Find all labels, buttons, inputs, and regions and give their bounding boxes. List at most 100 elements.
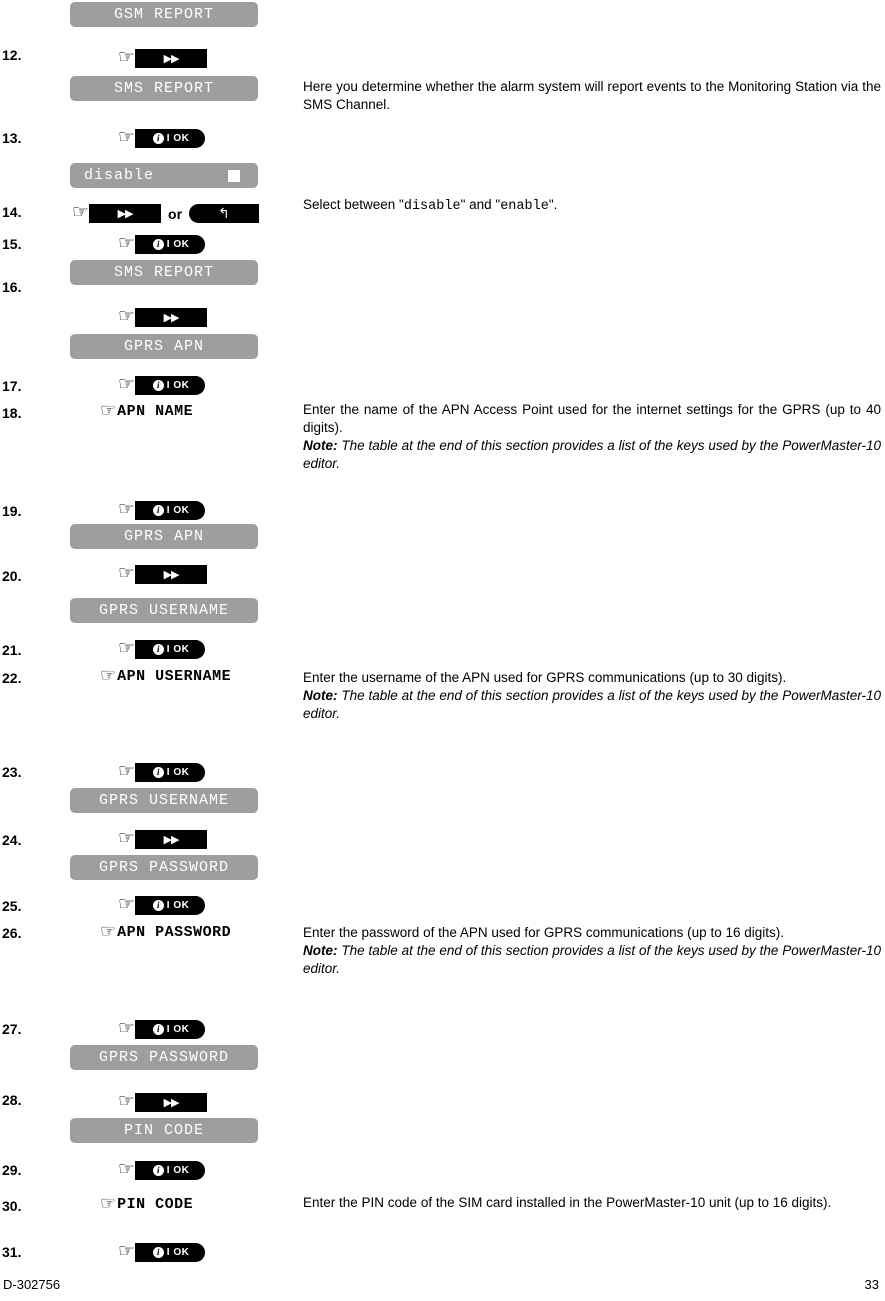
- key-group-next-16[interactable]: ☞ ▶▶: [118, 307, 208, 327]
- key-group-ok-29[interactable]: ☞ i I OK: [118, 1158, 206, 1180]
- lcd-text: disable: [84, 167, 155, 184]
- lcd-display-sms-report-2: SMS REPORT: [70, 260, 258, 285]
- ok-key-button[interactable]: i I OK: [135, 896, 206, 915]
- lcd-text: GSM REPORT: [113, 6, 214, 23]
- key-group-next-or-back-14[interactable]: ☞ ▶▶ or ↰: [72, 203, 260, 223]
- next-key-button[interactable]: ▶▶: [89, 204, 162, 223]
- description-sms-report: Here you determine whether the alarm sys…: [303, 78, 881, 114]
- key-group-ok-27[interactable]: ☞ i I OK: [118, 1019, 206, 1039]
- ok-key-label: I OK: [166, 899, 190, 911]
- step-number-16: 16.: [2, 279, 22, 295]
- setting-pin-code: ☞ PIN CODE: [100, 1193, 193, 1214]
- lcd-display-disable: disable: [70, 163, 258, 188]
- lcd-display-gprs-apn-2: GPRS APN: [70, 524, 258, 549]
- info-icon: i: [152, 1247, 164, 1258]
- pointing-hand-icon: ☞: [100, 665, 117, 686]
- info-icon: i: [152, 239, 164, 250]
- next-key-button[interactable]: ▶▶: [135, 49, 208, 68]
- pointing-hand-icon: ☞: [118, 1158, 136, 1180]
- back-arrow-icon: ↰: [218, 205, 230, 222]
- ok-key-button[interactable]: i I OK: [135, 763, 206, 782]
- step-number-21: 21.: [2, 642, 22, 658]
- note-text: The table at the end of this section pro…: [303, 943, 881, 976]
- setting-label: APN USERNAME: [117, 668, 232, 685]
- lcd-text: GPRS USERNAME: [98, 602, 230, 619]
- ok-key-button[interactable]: i I OK: [135, 501, 206, 520]
- info-icon: i: [152, 644, 164, 655]
- info-icon: i: [152, 505, 164, 516]
- back-key-button[interactable]: ↰: [189, 204, 260, 223]
- note-text: The table at the end of this section pro…: [303, 688, 881, 721]
- pointing-hand-icon: ☞: [118, 1090, 136, 1112]
- step-number-27: 27.: [2, 1021, 22, 1037]
- description-text: Select between "disable" and "enable".: [303, 196, 881, 216]
- pointing-hand-icon: ☞: [118, 893, 136, 915]
- ok-key-button[interactable]: i I OK: [135, 1020, 206, 1039]
- key-group-next-20[interactable]: ☞ ▶▶: [118, 562, 208, 584]
- pointing-hand-icon: ☞: [118, 126, 136, 148]
- next-arrows-icon: ▶▶: [163, 1096, 180, 1109]
- setting-apn-password: ☞ APN PASSWORD: [100, 921, 232, 942]
- description-text: Enter the username of the APN used for G…: [303, 670, 787, 685]
- ok-key-label: I OK: [166, 643, 190, 655]
- description-apn-username: Enter the username of the APN used for G…: [303, 669, 881, 723]
- lcd-display-gprs-username-2: GPRS USERNAME: [70, 788, 258, 813]
- lcd-display-gprs-apn: GPRS APN: [70, 334, 258, 359]
- info-icon: i: [152, 1024, 164, 1035]
- document-number: D-302756: [3, 1277, 61, 1292]
- pointing-hand-icon: ☞: [118, 562, 136, 584]
- note-apn-name: Note: The table at the end of this secti…: [303, 437, 881, 473]
- next-key-button[interactable]: ▶▶: [135, 308, 208, 327]
- pointing-hand-icon: ☞: [118, 232, 136, 254]
- pointing-hand-icon: ☞: [100, 1193, 117, 1214]
- select-middle: " and ": [460, 197, 501, 212]
- description-select-disable-enable: Select between "disable" and "enable".: [303, 196, 881, 216]
- ok-key-button[interactable]: i I OK: [135, 129, 206, 148]
- ok-key-button[interactable]: i I OK: [135, 376, 206, 395]
- ok-key-label: I OK: [166, 238, 190, 250]
- step-number-25: 25.: [2, 898, 22, 914]
- pointing-hand-icon: ☞: [118, 498, 136, 520]
- key-group-ok-13[interactable]: ☞ i I OK: [118, 126, 206, 148]
- key-group-next-24[interactable]: ☞ ▶▶: [118, 829, 208, 849]
- manual-page: GSM REPORT 12. ☞ ▶▶ SMS REPORT Here you …: [0, 0, 885, 1301]
- key-group-ok-17[interactable]: ☞ i I OK: [118, 375, 206, 395]
- key-group-ok-31[interactable]: ☞ i I OK: [118, 1242, 206, 1262]
- next-key-button[interactable]: ▶▶: [135, 565, 208, 584]
- info-icon: i: [152, 767, 164, 778]
- step-number-18: 18.: [2, 405, 22, 421]
- pointing-hand-icon: ☞: [100, 921, 117, 942]
- lcd-text: GPRS PASSWORD: [98, 859, 230, 876]
- key-group-next-28[interactable]: ☞ ▶▶: [118, 1090, 208, 1112]
- key-group-ok-19[interactable]: ☞ i I OK: [118, 498, 206, 520]
- step-number-19: 19.: [2, 503, 22, 519]
- next-key-button[interactable]: ▶▶: [135, 1093, 208, 1112]
- key-group-ok-23[interactable]: ☞ i I OK: [118, 762, 206, 782]
- step-number-26: 26.: [2, 925, 22, 941]
- select-prefix: Select between ": [303, 197, 404, 212]
- ok-key-button[interactable]: i I OK: [135, 1243, 206, 1262]
- key-group-ok-25[interactable]: ☞ i I OK: [118, 893, 206, 915]
- setting-label: APN PASSWORD: [117, 924, 232, 941]
- next-key-button[interactable]: ▶▶: [135, 830, 208, 849]
- setting-label: APN NAME: [117, 403, 194, 420]
- setting-apn-name: ☞ APN NAME: [100, 401, 194, 421]
- pointing-hand-icon: ☞: [118, 46, 136, 68]
- lcd-display-gprs-password-2: GPRS PASSWORD: [70, 1045, 258, 1070]
- key-group-ok-21[interactable]: ☞ i I OK: [118, 639, 206, 659]
- note-apn-password: Note: The table at the end of this secti…: [303, 942, 881, 978]
- ok-key-button[interactable]: i I OK: [135, 235, 206, 254]
- next-arrows-icon: ▶▶: [117, 207, 134, 220]
- step-number-31: 31.: [2, 1244, 22, 1260]
- lcd-selection-box-icon: [228, 170, 240, 182]
- description-apn-password: Enter the password of the APN used for G…: [303, 924, 881, 978]
- key-group-ok-15[interactable]: ☞ i I OK: [118, 232, 206, 254]
- next-arrows-icon: ▶▶: [163, 568, 180, 581]
- ok-key-button[interactable]: i I OK: [135, 1161, 206, 1180]
- step-number-20: 20.: [2, 568, 22, 584]
- key-group-next-12[interactable]: ☞ ▶▶: [118, 46, 208, 68]
- ok-key-button[interactable]: i I OK: [135, 640, 206, 659]
- next-arrows-icon: ▶▶: [163, 52, 180, 65]
- description-text: Enter the password of the APN used for G…: [303, 925, 784, 940]
- description-pin-code: Enter the PIN code of the SIM card insta…: [303, 1194, 881, 1212]
